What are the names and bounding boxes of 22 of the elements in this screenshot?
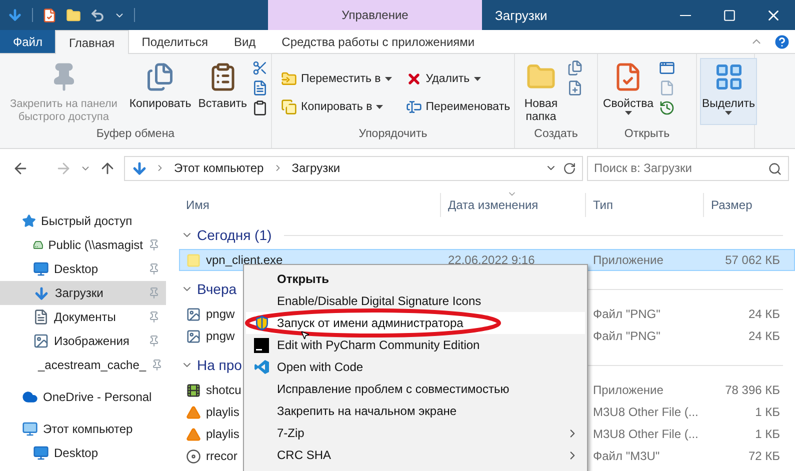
group-label: Буфер обмена	[95, 128, 176, 142]
group-label: Открыть	[623, 128, 671, 142]
type-cell-text: Файл "PNG"	[592, 329, 662, 343]
size-cell-text: 57 062 КБ	[724, 253, 781, 267]
type-cell-text: Файл "PNG"	[592, 307, 662, 321]
size-cell-text: 72 КБ	[747, 449, 781, 463]
date-cell-text: 22.06.2022 9:16	[447, 253, 536, 267]
size-cell-text: 24 КБ	[747, 329, 781, 343]
window-title: Загрузки	[494, 6, 548, 25]
file-name: vpn_client.exe	[180, 252, 441, 268]
type-cell-text: Файл "M3U"	[592, 449, 661, 463]
type-cell-text: Приложение	[592, 253, 664, 267]
size-cell-text: 1 КБ	[754, 427, 781, 441]
group-label: Создать	[533, 128, 579, 142]
size-cell-text: 1 КБ	[754, 405, 781, 419]
size-cell-text: 78 396 КБ	[724, 383, 781, 397]
size-cell-text: 24 КБ	[747, 307, 781, 321]
group-label: Упорядочить	[358, 128, 428, 142]
type-cell-text: M3U8 Other File (...	[592, 405, 700, 419]
context-tab-header: Управление	[268, 0, 482, 30]
type-cell-text: Приложение	[592, 383, 664, 397]
type-cell-text: M3U8 Other File (...	[592, 427, 700, 441]
